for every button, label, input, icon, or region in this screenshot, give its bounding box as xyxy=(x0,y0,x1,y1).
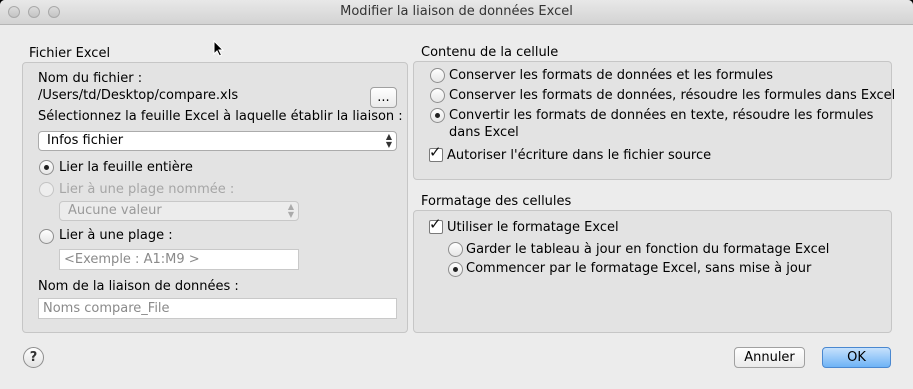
file-name-label: Nom du fichier : xyxy=(38,71,143,86)
file-path: /Users/td/Desktop/compare.xls xyxy=(38,88,239,103)
allow-write-label: Autoriser l'écriture dans le fichier sou… xyxy=(447,148,712,163)
keep-updated-radio[interactable] xyxy=(448,242,463,257)
dialog-window: Modifier la liaison de données Excel Fic… xyxy=(0,0,913,389)
select-arrows-icon: ▲ ▼ xyxy=(287,202,294,219)
link-whole-sheet-radio[interactable] xyxy=(39,160,54,175)
link-name-label: Nom de la liaison de données : xyxy=(38,279,239,294)
checkmark-icon: ✓ xyxy=(429,215,442,233)
checkmark-icon: ✓ xyxy=(429,143,442,161)
sheet-select-value: Infos fichier xyxy=(47,133,124,148)
link-named-range-label: Lier à une plage nommée : xyxy=(59,182,235,197)
keep-formats-radio[interactable] xyxy=(430,68,445,83)
resolve-formulas-label: Conserver les formats de données, résoud… xyxy=(449,88,896,103)
ok-button[interactable]: OK xyxy=(822,347,891,368)
cancel-button[interactable]: Annuler xyxy=(734,347,805,368)
allow-write-checkbox[interactable]: ✓ xyxy=(429,144,443,162)
browse-file-button[interactable]: ... xyxy=(370,87,397,108)
cell-formatting-group-title: Formatage des cellules xyxy=(421,194,572,209)
link-name-value: Noms compare_File xyxy=(43,301,170,316)
link-whole-sheet-label: Lier la feuille entière xyxy=(59,160,193,175)
title-bar: Modifier la liaison de données Excel xyxy=(0,0,913,25)
link-named-range-radio[interactable] xyxy=(39,182,54,197)
keep-updated-label: Garder le tableau à jour en fonction du … xyxy=(466,242,830,257)
convert-to-text-label-line1: Convertir les formats de données en text… xyxy=(449,108,874,123)
window-title: Modifier la liaison de données Excel xyxy=(340,4,573,19)
link-name-input[interactable]: Noms compare_File xyxy=(38,298,397,319)
resolve-formulas-radio[interactable] xyxy=(430,88,445,103)
range-input-placeholder: <Exemple : A1:M9 > xyxy=(64,252,200,267)
select-arrows-icon: ▲ ▼ xyxy=(385,132,392,149)
sheet-select[interactable]: Infos fichier ▲ ▼ xyxy=(38,131,397,151)
start-with-excel-format-label: Commencer par le formatage Excel, sans m… xyxy=(466,261,812,276)
named-range-select[interactable]: Aucune valeur ▲ ▼ xyxy=(59,201,299,221)
range-input[interactable]: <Exemple : A1:M9 > xyxy=(59,249,299,270)
use-excel-formatting-label: Utiliser le formatage Excel xyxy=(447,220,619,235)
excel-file-group-title: Fichier Excel xyxy=(29,46,111,61)
start-with-excel-format-radio[interactable] xyxy=(448,262,463,277)
use-excel-formatting-checkbox[interactable]: ✓ xyxy=(429,216,443,234)
keep-formats-label: Conserver les formats de données et les … xyxy=(449,68,773,83)
named-range-select-value: Aucune valeur xyxy=(68,203,162,218)
mouse-cursor-icon xyxy=(213,40,225,57)
help-button[interactable]: ? xyxy=(23,347,44,368)
link-range-label: Lier à une plage : xyxy=(59,228,173,243)
convert-to-text-radio[interactable] xyxy=(430,108,445,123)
convert-to-text-label-line2: dans Excel xyxy=(449,125,519,140)
cell-content-group-title: Contenu de la cellule xyxy=(421,45,559,60)
sheet-prompt-label: Sélectionnez la feuille Excel à laquelle… xyxy=(38,109,403,124)
link-range-radio[interactable] xyxy=(39,229,54,244)
